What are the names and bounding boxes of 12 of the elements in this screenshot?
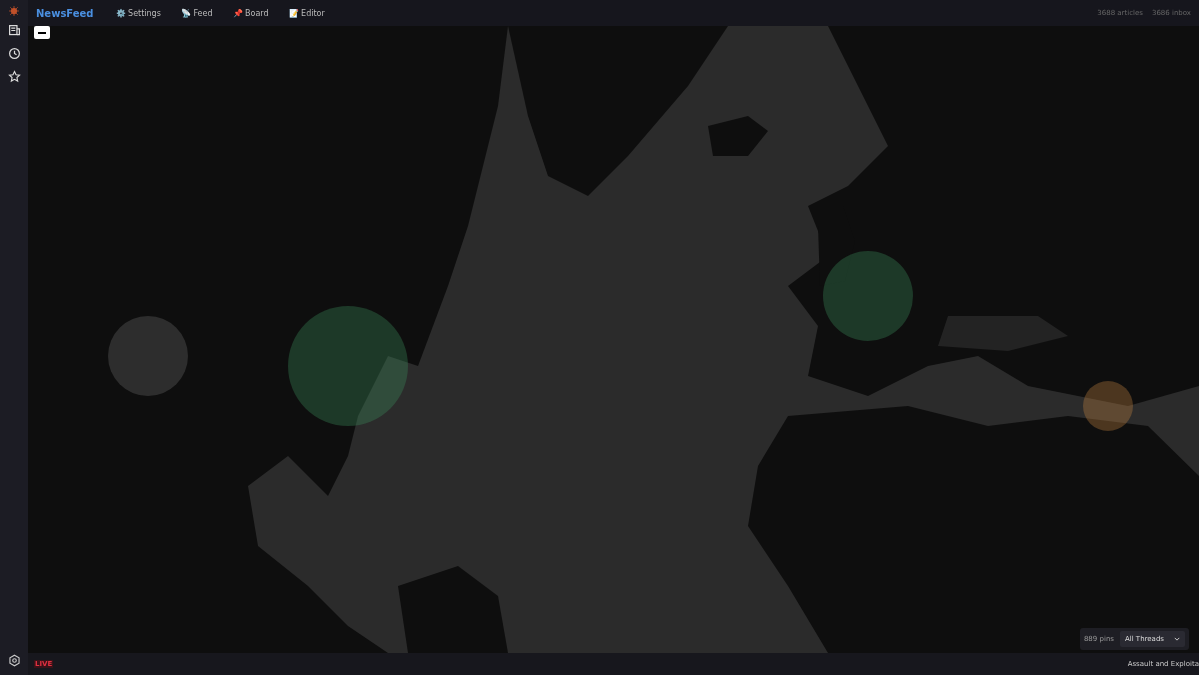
caret-icon xyxy=(1174,636,1180,642)
nav-link[interactable]: 📝 Editor xyxy=(288,8,325,18)
newspaper-icon xyxy=(7,24,21,37)
nav-link[interactable]: 📡 Feed xyxy=(180,8,213,18)
logo-icon xyxy=(9,6,19,16)
star-icon xyxy=(7,70,21,83)
nav-link[interactable]: ⚙ Settings xyxy=(115,8,161,18)
zoom-out-button[interactable] xyxy=(34,26,50,39)
nav-link[interactable]: 📌 Board xyxy=(232,8,269,18)
settings-icon xyxy=(7,654,21,667)
clock-icon xyxy=(7,47,21,60)
app-title: NewsFeed xyxy=(36,7,94,19)
